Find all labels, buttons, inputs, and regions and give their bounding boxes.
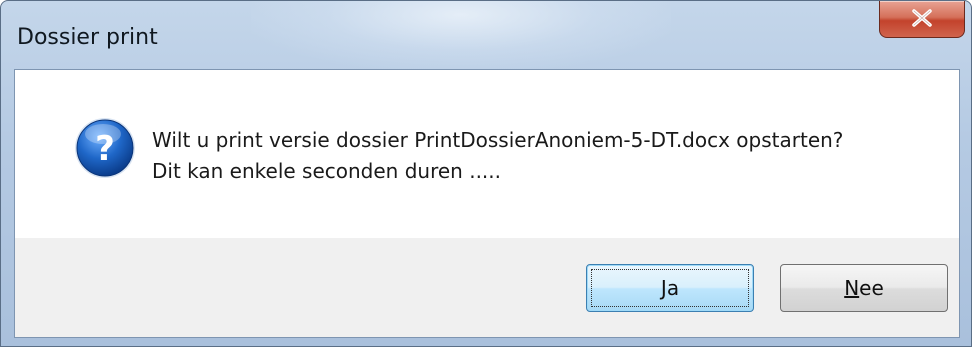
- title-bar-glow: [251, 1, 671, 71]
- close-button[interactable]: [879, 1, 965, 38]
- question-icon: ?: [75, 118, 135, 178]
- message-panel: ? Wilt u print versie dossier PrintDossi…: [15, 70, 959, 238]
- close-icon: [912, 9, 932, 27]
- svg-text:?: ?: [95, 129, 115, 169]
- nee-button-label: ee: [859, 276, 884, 300]
- nee-button-mnemonic: N: [844, 276, 860, 300]
- title-bar[interactable]: Dossier print: [1, 1, 971, 71]
- message-line-1: Wilt u print versie dossier PrintDossier…: [152, 128, 844, 152]
- ja-button-label: a: [666, 276, 680, 300]
- message-line-2: Dit kan enkele seconden duren .....: [152, 159, 501, 183]
- ja-button[interactable]: Ja: [586, 264, 754, 312]
- nee-button[interactable]: Nee: [780, 264, 948, 312]
- dialog-client-area: ? Wilt u print versie dossier PrintDossi…: [14, 69, 960, 338]
- dialog-window: Dossier print ? Wilt u print versie doss…: [0, 0, 972, 347]
- window-title: Dossier print: [17, 25, 158, 50]
